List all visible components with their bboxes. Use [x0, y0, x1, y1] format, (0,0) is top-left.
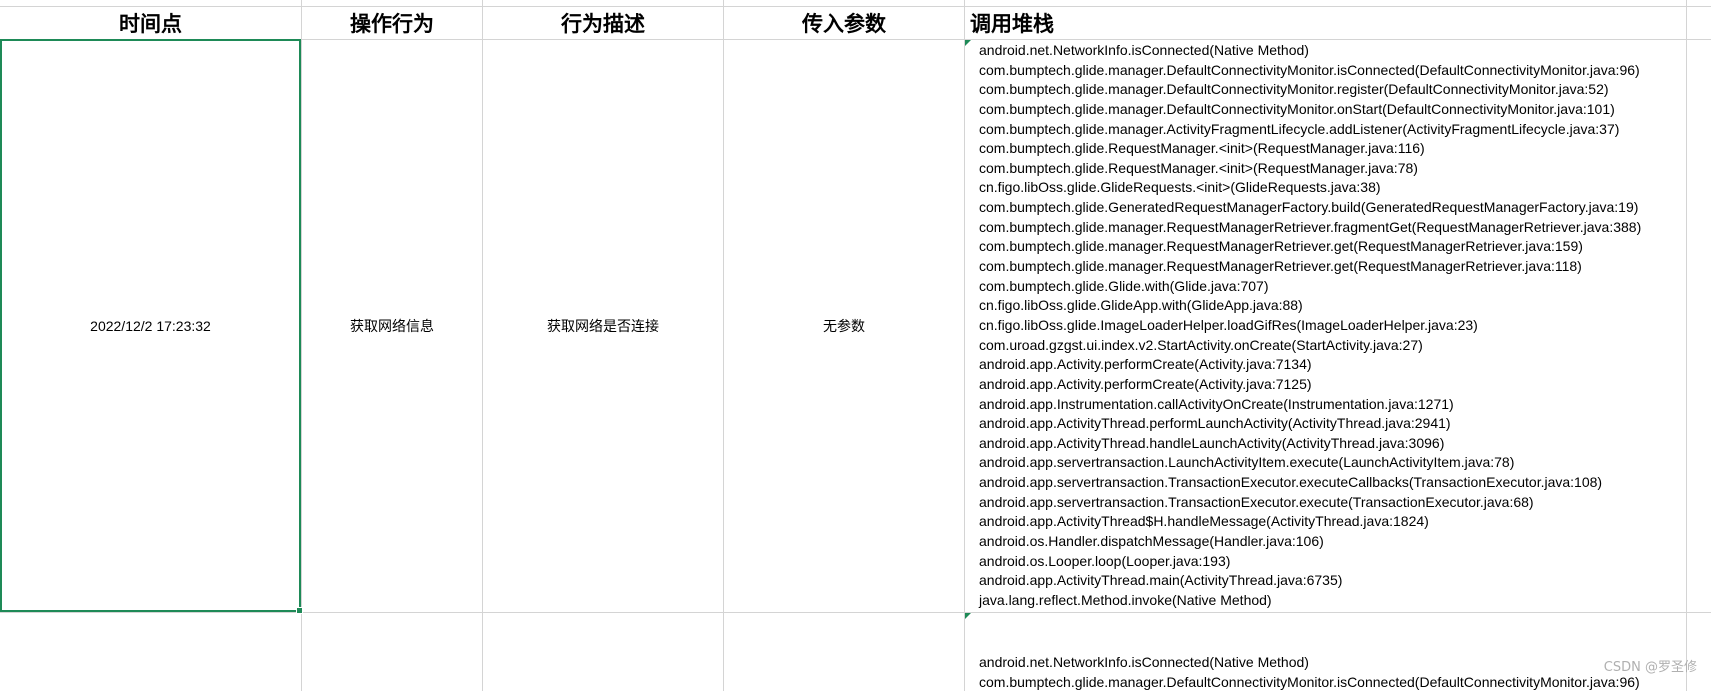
- stack-frame: android.app.servertransaction.Transactio…: [979, 474, 1603, 491]
- header-time[interactable]: 时间点: [0, 7, 301, 39]
- stack-frame: android.app.servertransaction.LaunchActi…: [979, 454, 1515, 471]
- cell-stack[interactable]: android.net.NetworkInfo.isConnected(Nati…: [979, 41, 1641, 611]
- stack-frame: com.bumptech.glide.manager.ActivityFragm…: [979, 120, 1620, 137]
- stack-frame: com.uroad.gzgst.ui.index.v2.StartActivit…: [979, 336, 1423, 353]
- header-params[interactable]: 传入参数: [724, 7, 964, 39]
- stack-frame: com.bumptech.glide.manager.DefaultConnec…: [979, 100, 1615, 117]
- stack-frame: android.app.ActivityThread.performLaunch…: [979, 415, 1451, 432]
- cell-action[interactable]: 获取网络信息: [302, 40, 482, 612]
- stack-frame: com.bumptech.glide.GeneratedRequestManag…: [979, 199, 1639, 216]
- header-action[interactable]: 操作行为: [302, 7, 482, 39]
- stack-frame: cn.figo.libOss.glide.ImageLoaderHelper.l…: [979, 316, 1478, 333]
- stack-frame: cn.figo.libOss.glide.GlideApp.with(Glide…: [979, 297, 1303, 314]
- stack-frame: android.net.NetworkInfo.isConnected(Nati…: [979, 42, 1309, 58]
- header-description[interactable]: 行为描述: [483, 7, 723, 39]
- cell-description[interactable]: 获取网络是否连接: [483, 40, 723, 612]
- stack-frame: android.app.Activity.performCreate(Activ…: [979, 356, 1312, 373]
- stack-frame: com.bumptech.glide.Glide.with(Glide.java…: [979, 277, 1269, 294]
- gridline: [1686, 0, 1687, 691]
- comment-indicator: [965, 613, 971, 619]
- stack-frame: android.os.Looper.loop(Looper.java:193): [979, 552, 1231, 569]
- watermark: CSDN @罗圣修: [1603, 660, 1697, 675]
- comment-indicator: [965, 40, 971, 46]
- stack-frame: android.app.ActivityThread$H.handleMessa…: [979, 513, 1429, 530]
- stack-frame: com.bumptech.glide.manager.DefaultConnec…: [979, 61, 1640, 78]
- stack-frame: android.app.servertransaction.Transactio…: [979, 493, 1534, 510]
- stack-frame: cn.figo.libOss.glide.GlideRequests.<init…: [979, 179, 1381, 196]
- stack-frame: java.lang.reflect.Method.invoke(Native M…: [979, 591, 1272, 608]
- column-letter-strip: [0, 0, 1711, 7]
- gridline: [964, 0, 965, 691]
- gridline: [0, 612, 1711, 613]
- stack-frame: android.app.ActivityThread.main(Activity…: [979, 572, 1343, 589]
- stack-frame: com.bumptech.glide.manager.RequestManage…: [979, 258, 1582, 275]
- stack-frame: com.bumptech.glide.manager.RequestManage…: [979, 218, 1642, 235]
- stack-frame: android.net.NetworkInfo.isConnected(Nati…: [979, 654, 1309, 670]
- stack-frame: com.bumptech.glide.RequestManager.<init>…: [979, 159, 1418, 176]
- stack-frame: com.bumptech.glide.RequestManager.<init>…: [979, 140, 1425, 157]
- stack-frame: android.app.Activity.performCreate(Activ…: [979, 375, 1312, 392]
- stack-frame: com.bumptech.glide.manager.DefaultConnec…: [979, 81, 1609, 98]
- stack-frame: com.bumptech.glide.manager.DefaultConnec…: [979, 673, 1640, 690]
- stack-frame: android.app.Instrumentation.callActivity…: [979, 395, 1454, 412]
- cell-params[interactable]: 无参数: [724, 40, 964, 612]
- stack-frame: com.bumptech.glide.manager.RequestManage…: [979, 238, 1583, 255]
- cell-time[interactable]: 2022/12/2 17:23:32: [0, 40, 301, 612]
- header-stack[interactable]: 调用堆栈: [965, 7, 1686, 39]
- cell-stack[interactable]: android.net.NetworkInfo.isConnected(Nati…: [979, 653, 1640, 692]
- stack-frame: android.app.ActivityThread.handleLaunchA…: [979, 434, 1445, 451]
- stack-frame: android.os.Handler.dispatchMessage(Handl…: [979, 533, 1324, 550]
